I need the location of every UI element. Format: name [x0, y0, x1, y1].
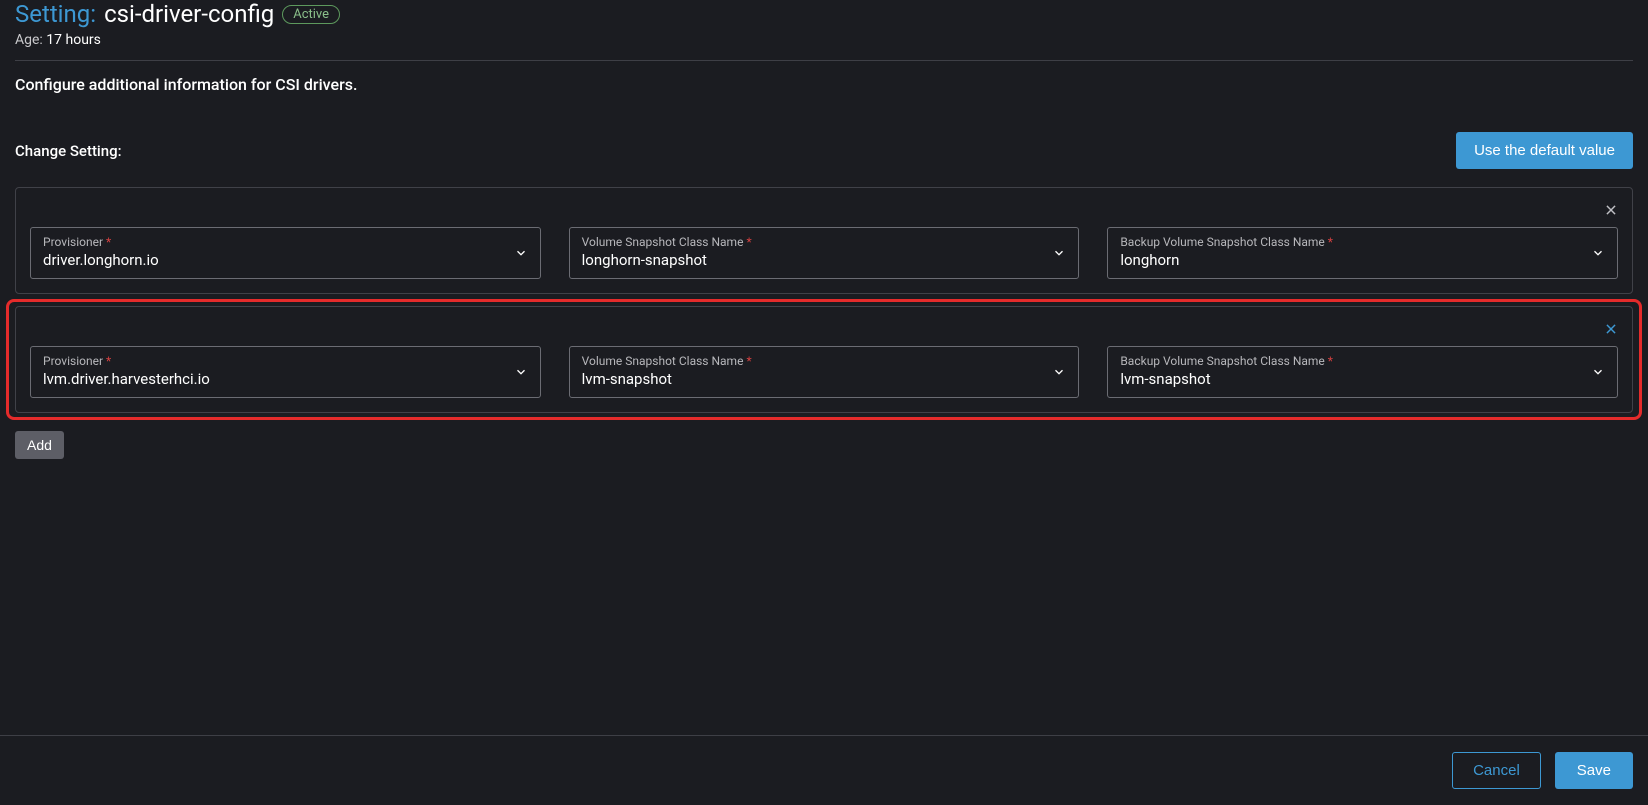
volume-snapshot-class-label: Volume Snapshot Class Name: [582, 354, 744, 368]
page-title-row: Setting: csi-driver-config Active: [15, 0, 1633, 28]
required-marker: *: [1328, 354, 1333, 368]
age-value: 17 hours: [46, 32, 101, 48]
use-default-value-button[interactable]: Use the default value: [1456, 132, 1633, 169]
title-prefix: Setting:: [15, 0, 96, 28]
change-setting-label: Change Setting:: [15, 142, 122, 160]
footer: Cancel Save: [0, 735, 1648, 805]
divider: [15, 60, 1633, 61]
age-row: Age: 17 hours: [15, 32, 1633, 48]
volume-snapshot-class-select[interactable]: Volume Snapshot Class Name* longhorn-sna…: [569, 227, 1080, 279]
backup-volume-snapshot-class-value: longhorn: [1120, 251, 1605, 269]
backup-volume-snapshot-class-select[interactable]: Backup Volume Snapshot Class Name * longh…: [1107, 227, 1618, 279]
config-row: Provisioner* driver.longhorn.io Volume S…: [15, 187, 1633, 294]
required-marker: *: [1328, 235, 1333, 249]
required-marker: *: [106, 235, 111, 249]
provisioner-select[interactable]: Provisioner* lvm.driver.harvesterhci.io: [30, 346, 541, 398]
provisioner-value: lvm.driver.harvesterhci.io: [43, 370, 528, 388]
title-name: csi-driver-config: [104, 0, 274, 28]
age-label: Age:: [15, 32, 43, 48]
volume-snapshot-class-label: Volume Snapshot Class Name: [582, 235, 744, 249]
config-row: Provisioner* lvm.driver.harvesterhci.io …: [15, 306, 1633, 413]
volume-snapshot-class-select[interactable]: Volume Snapshot Class Name* lvm-snapshot: [569, 346, 1080, 398]
provisioner-value: driver.longhorn.io: [43, 251, 528, 269]
required-marker: *: [746, 235, 751, 249]
backup-volume-snapshot-class-label: Backup Volume Snapshot Class Name: [1120, 354, 1324, 368]
add-button[interactable]: Add: [15, 431, 64, 459]
provisioner-label: Provisioner: [43, 354, 103, 368]
backup-volume-snapshot-class-value: lvm-snapshot: [1120, 370, 1605, 388]
provisioner-select[interactable]: Provisioner* driver.longhorn.io: [30, 227, 541, 279]
volume-snapshot-class-value: longhorn-snapshot: [582, 251, 1067, 269]
backup-volume-snapshot-class-select[interactable]: Backup Volume Snapshot Class Name * lvm-s…: [1107, 346, 1618, 398]
status-badge: Active: [282, 5, 340, 24]
description-text: Configure additional information for CSI…: [0, 75, 1648, 94]
provisioner-label: Provisioner: [43, 235, 103, 249]
volume-snapshot-class-value: lvm-snapshot: [582, 370, 1067, 388]
close-icon[interactable]: [1604, 321, 1618, 340]
close-icon[interactable]: [1604, 202, 1618, 221]
required-marker: *: [746, 354, 751, 368]
required-marker: *: [106, 354, 111, 368]
backup-volume-snapshot-class-label: Backup Volume Snapshot Class Name: [1120, 235, 1324, 249]
save-button[interactable]: Save: [1555, 752, 1633, 789]
cancel-button[interactable]: Cancel: [1452, 752, 1541, 789]
